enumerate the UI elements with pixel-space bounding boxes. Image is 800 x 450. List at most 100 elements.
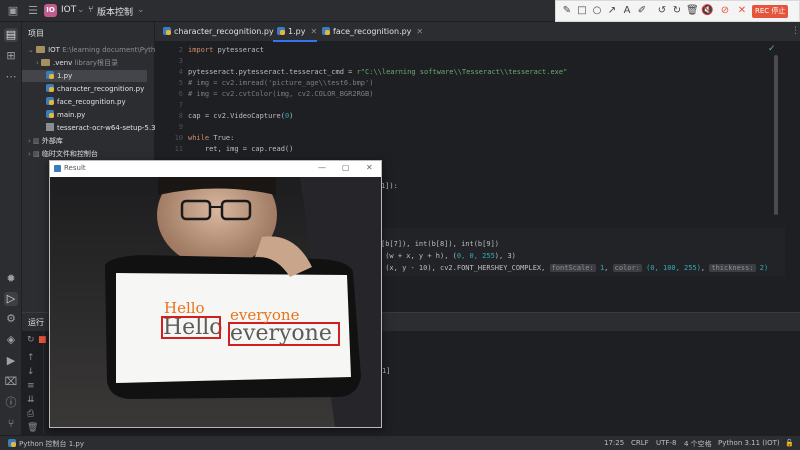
tree-item-main[interactable]: main.py bbox=[46, 109, 85, 121]
result-window-title: Result bbox=[64, 164, 86, 172]
tab-character-recognition[interactable]: character_recognition.py✕ bbox=[159, 22, 285, 42]
more-tabs-icon[interactable]: ⋮ bbox=[791, 26, 800, 36]
up-icon[interactable]: ↑ bbox=[27, 353, 35, 363]
git-icon[interactable]: ⑂ bbox=[4, 417, 18, 431]
tree-item-face-recognition[interactable]: face_recognition.py bbox=[46, 96, 126, 108]
line-number: 8 bbox=[178, 112, 183, 120]
settings-icon[interactable]: ⚙ bbox=[4, 312, 18, 326]
console-output: 1] bbox=[382, 367, 391, 375]
chevron-down-icon[interactable]: ⌄ bbox=[137, 5, 145, 15]
pen-icon[interactable]: ✎ bbox=[561, 5, 573, 17]
breadcrumb[interactable]: Python 控制台 1.py bbox=[8, 439, 84, 449]
print-icon[interactable]: ⎙ bbox=[27, 409, 34, 419]
tree-item-root[interactable]: ⌄ IOT E:\learning document\Pytho bbox=[28, 44, 160, 56]
run-icon[interactable]: ▷ bbox=[4, 292, 18, 306]
phone-text-hello: Hello bbox=[163, 315, 223, 340]
undo-icon[interactable]: ↺ bbox=[656, 5, 668, 17]
project-badge: IO bbox=[44, 4, 57, 17]
more-icon[interactable]: ⋯ bbox=[4, 70, 18, 84]
problems-icon[interactable]: ⓘ bbox=[4, 396, 18, 410]
code-line: 1]): bbox=[381, 182, 398, 190]
run-panel-title[interactable]: 运行 bbox=[28, 317, 44, 328]
close-tab-icon[interactable]: ✕ bbox=[310, 27, 317, 36]
project-panel-title[interactable]: 项目 bbox=[28, 28, 44, 39]
plugins-icon[interactable]: ⊞ bbox=[4, 49, 18, 63]
highlighter-icon[interactable]: ✐ bbox=[636, 5, 648, 17]
chevron-down-icon[interactable]: ⌄ bbox=[77, 5, 85, 15]
code-line: pytesseract.pytesseract.tesseract_cmd = … bbox=[188, 68, 568, 76]
wrap-icon[interactable]: ≡ bbox=[27, 381, 35, 391]
tab-face-recognition[interactable]: face_recognition.py ✕ bbox=[318, 22, 423, 42]
trash-icon[interactable]: 🗑 bbox=[686, 5, 699, 17]
rectangle-icon[interactable]: □ bbox=[576, 5, 588, 17]
stop-icon[interactable]: ■ bbox=[38, 335, 47, 345]
scratch-icon: ▧ bbox=[33, 150, 42, 158]
caret-position[interactable]: 17:25 bbox=[604, 439, 624, 447]
tree-item-venv[interactable]: › .venv library根目录 bbox=[36, 57, 118, 69]
python-interpreter[interactable]: Python 3.11 (IOT) bbox=[718, 439, 780, 447]
code-line: # img = cv2.cvtColor(img, cv2.COLOR_BGR2… bbox=[188, 90, 374, 98]
folder-icon bbox=[36, 46, 46, 53]
down-icon[interactable]: ↓ bbox=[27, 367, 35, 377]
folder-icon[interactable]: ▤ bbox=[4, 28, 18, 42]
line-number: 2 bbox=[178, 46, 183, 54]
indent-setting[interactable]: 4 个空格 bbox=[684, 439, 712, 449]
python-packages-icon[interactable]: ✹ bbox=[4, 272, 18, 286]
editor-tabs: character_recognition.py✕ 1.py✕ face_rec… bbox=[155, 22, 800, 42]
tree-item-1py[interactable]: 1.py bbox=[22, 70, 147, 82]
tree-item-tesseract-setup[interactable]: tesseract-ocr-w64-setup-5.3 bbox=[46, 122, 156, 134]
app-logo-icon[interactable]: ▣ bbox=[6, 4, 20, 18]
webcam-frame: Hello everyone Hello everyone bbox=[50, 177, 381, 427]
arrow-icon[interactable]: ↗ bbox=[606, 5, 618, 17]
scroll-end-icon[interactable]: ⇊ bbox=[27, 395, 35, 405]
line-number: 5 bbox=[178, 79, 183, 87]
text-icon[interactable]: A bbox=[621, 5, 633, 17]
inspection-ok-icon[interactable]: ✓ bbox=[768, 44, 776, 54]
layers-icon[interactable]: ◈ bbox=[4, 333, 18, 347]
tab-1py[interactable]: 1.py ✕ bbox=[273, 22, 318, 42]
camera-feed: Hello everyone Hello everyone bbox=[50, 177, 381, 427]
line-number: 7 bbox=[178, 101, 183, 109]
tree-item-external-libs[interactable]: › ▥ 外部库 bbox=[28, 135, 63, 147]
vcs-menu[interactable]: 版本控制 bbox=[97, 5, 133, 18]
python-file-icon bbox=[46, 71, 54, 79]
python-file-icon bbox=[46, 110, 54, 118]
close-icon[interactable]: ✕ bbox=[366, 163, 373, 172]
python-file-icon bbox=[277, 27, 285, 35]
project-name[interactable]: IOT bbox=[61, 5, 76, 15]
clear-icon[interactable]: 🗑 bbox=[27, 423, 38, 433]
result-window[interactable]: Result — ▢ ✕ Hello everyone Hello everyo… bbox=[49, 160, 382, 428]
python-file-icon bbox=[163, 27, 171, 35]
code-line: cap = cv2.VideoCapture(0) bbox=[188, 112, 294, 120]
circle-icon[interactable]: ○ bbox=[591, 5, 603, 17]
file-icon bbox=[46, 123, 54, 131]
recorder-toolbar: ✎ □ ○ ↗ A ✐ ↺ ↻ 🗑 🔇 ⊘ ✕ REC 停止 bbox=[555, 0, 800, 22]
stop-recording-button[interactable]: REC 停止 bbox=[752, 5, 789, 18]
file-encoding[interactable]: UTF-8 bbox=[656, 439, 676, 447]
mic-off-icon[interactable]: ⊘ bbox=[719, 5, 731, 17]
main-menu-icon[interactable]: ☰ bbox=[26, 4, 40, 18]
services-icon[interactable]: ▶ bbox=[4, 354, 18, 368]
maximize-icon[interactable]: ▢ bbox=[342, 163, 350, 172]
ocr-label-everyone: everyone bbox=[230, 306, 300, 324]
redo-icon[interactable]: ↻ bbox=[671, 5, 683, 17]
line-number: 10 bbox=[174, 134, 183, 142]
close-tab-icon[interactable]: ✕ bbox=[416, 27, 423, 36]
window-icon bbox=[54, 165, 61, 172]
lock-icon[interactable]: 🔓 bbox=[785, 439, 794, 447]
vcs-widget-icon[interactable]: ⑂ bbox=[88, 5, 93, 15]
rerun-icon[interactable]: ↻ bbox=[27, 335, 35, 345]
minimize-icon[interactable]: — bbox=[318, 163, 326, 172]
line-number: 9 bbox=[178, 123, 183, 131]
python-file-icon bbox=[322, 27, 330, 35]
terminal-icon[interactable]: ⌧ bbox=[4, 375, 18, 389]
tree-item-character-recognition[interactable]: character_recognition.py bbox=[46, 83, 144, 95]
result-window-titlebar[interactable]: Result — ▢ ✕ bbox=[50, 161, 381, 177]
editor-scrollbar[interactable] bbox=[774, 55, 778, 215]
mute-icon[interactable]: 🔇 bbox=[701, 5, 713, 17]
python-file-icon bbox=[46, 97, 54, 105]
library-icon: ▥ bbox=[33, 137, 42, 145]
tree-item-scratches[interactable]: › ▧ 临时文件和控制台 bbox=[28, 148, 98, 160]
close-icon[interactable]: ✕ bbox=[736, 5, 748, 17]
line-separator[interactable]: CRLF bbox=[631, 439, 649, 447]
